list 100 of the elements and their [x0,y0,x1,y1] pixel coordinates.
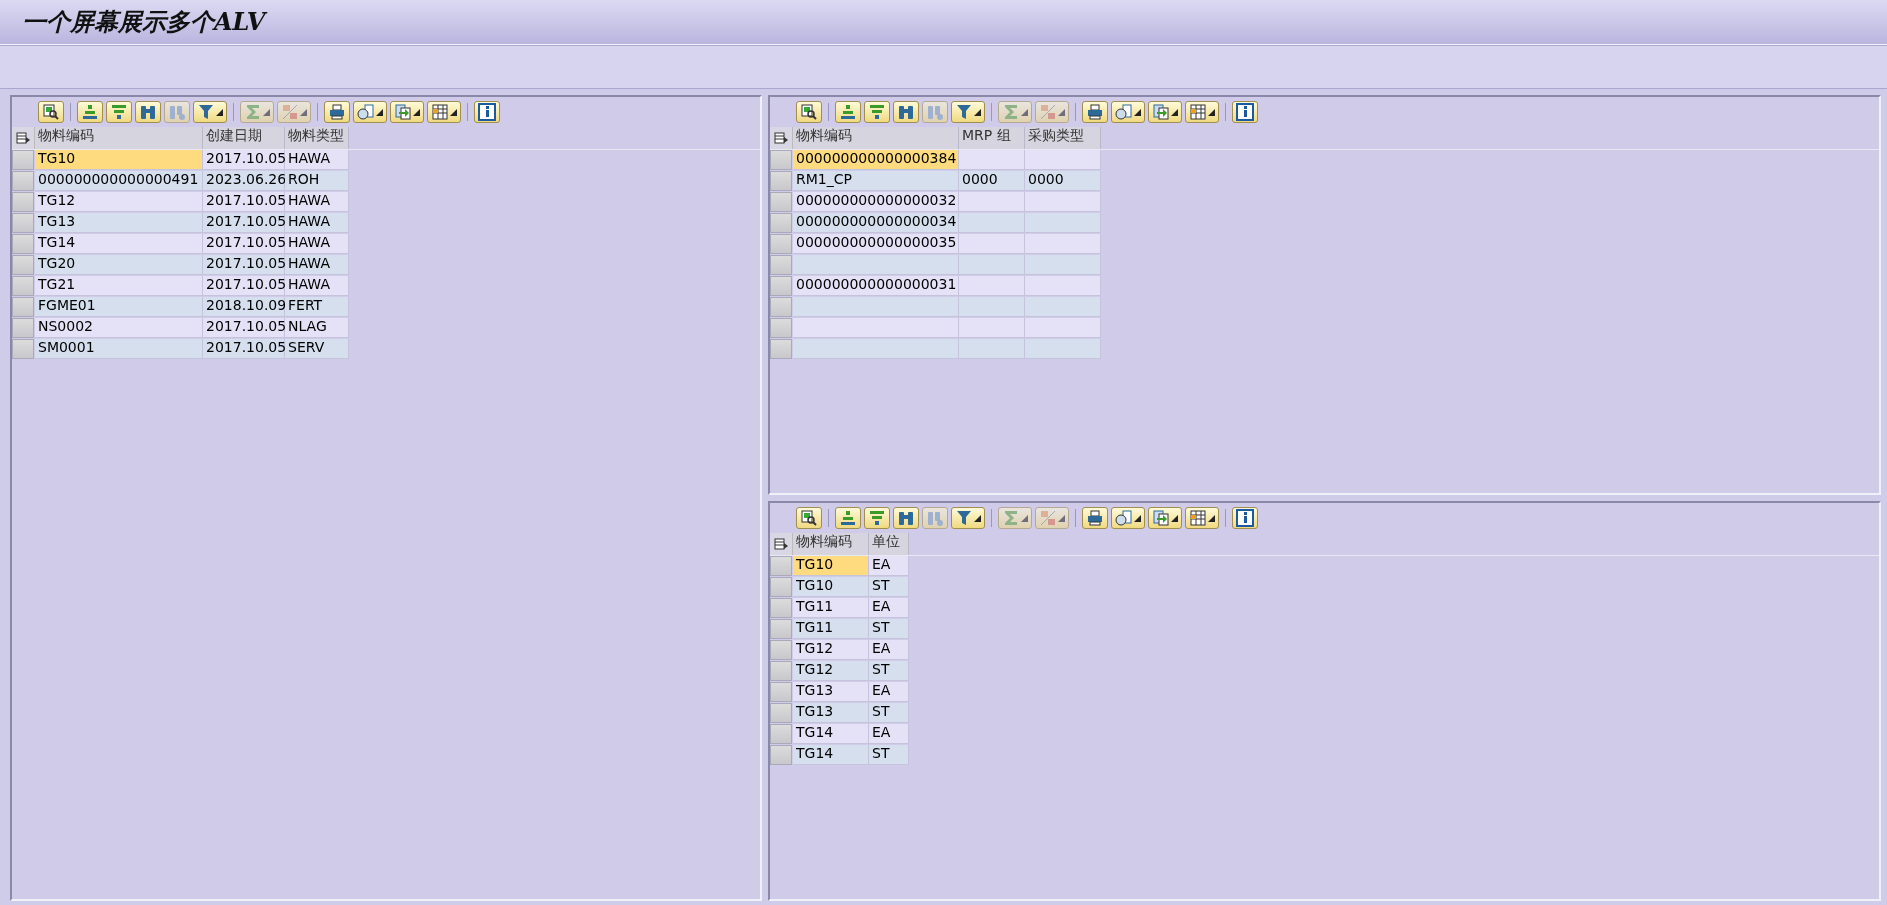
info-button[interactable] [474,101,500,123]
view-button[interactable] [1111,507,1145,529]
filter-icon [197,103,215,121]
column-header[interactable]: 单位 [869,533,909,555]
table-cell [959,234,1025,254]
table-cell: 2017.10.05 [203,318,285,338]
table-cell: 2017.10.05 [203,255,285,275]
layout-button[interactable] [1185,101,1219,123]
export-button[interactable] [390,101,424,123]
view-button[interactable] [1111,101,1145,123]
subtotal-icon [1039,509,1057,527]
column-header[interactable]: 物料编码 [35,127,203,149]
column-header[interactable]: MRP 组 [959,127,1025,149]
column-header[interactable]: 采购类型 [1025,127,1101,149]
dropdown-caret-icon [263,108,270,116]
table-cell: TG20 [35,255,203,275]
column-header[interactable]: 物料类型 [285,127,349,149]
table-cell: NS0002 [35,318,203,338]
sort-up-icon [839,103,857,121]
table-cell: FGME01 [35,297,203,317]
details-button[interactable] [796,507,822,529]
sort-down-button[interactable] [864,507,890,529]
find-button[interactable] [893,507,919,529]
sort-down-button[interactable] [864,101,890,123]
info-icon [1236,103,1254,121]
table-cell [959,255,1025,275]
find-icon [897,509,915,527]
export-icon [394,103,412,121]
table-cell: 2017.10.05 [203,339,285,359]
info-button[interactable] [1232,507,1258,529]
layout-button[interactable] [1185,507,1219,529]
find-button[interactable] [893,101,919,123]
column-header[interactable]: 物料编码 [793,533,869,555]
table-cell: ST [869,577,909,597]
table-cell: FERT [285,297,349,317]
sort-up-button[interactable] [77,101,103,123]
table-cell: 000000000000000031 [793,276,959,296]
print-button[interactable] [1082,507,1108,529]
table-cell: ST [869,703,909,723]
layout-menu-icon[interactable] [12,127,35,149]
table-cell: 2017.10.05 [203,276,285,296]
table-cell: TG14 [35,234,203,254]
column-header[interactable]: 创建日期 [203,127,285,149]
table-cell [959,339,1025,359]
view-button[interactable] [353,101,387,123]
export-button[interactable] [1148,101,1182,123]
table-cell: EA [869,556,909,576]
table-cell: HAWA [285,255,349,275]
layout-menu-icon[interactable] [770,533,793,555]
sort-down-button[interactable] [106,101,132,123]
table-cell: ST [869,619,909,639]
info-icon [478,103,496,121]
table-cell: HAWA [285,276,349,296]
table-cell: EA [869,598,909,618]
details-button[interactable] [38,101,64,123]
layout-button[interactable] [427,101,461,123]
details-icon [42,103,60,121]
table-cell: TG12 [35,192,203,212]
window-title: 一个屏幕展示多个ALV [22,6,266,38]
dropdown-caret-icon [1058,108,1065,116]
print-icon [1086,103,1104,121]
dropdown-caret-icon [1021,514,1028,522]
details-button[interactable] [796,101,822,123]
details-icon [800,103,818,121]
print-button[interactable] [324,101,350,123]
dropdown-caret-icon [974,514,981,522]
table-cell: EA [869,724,909,744]
layout-menu-icon[interactable] [770,127,793,149]
sort-up-button[interactable] [835,101,861,123]
table-cell [959,276,1025,296]
find-icon [139,103,157,121]
table-cell: HAWA [285,150,349,170]
dropdown-caret-icon [1058,514,1065,522]
table-cell [959,318,1025,338]
sort-up-icon [81,103,99,121]
filter-button[interactable] [951,101,985,123]
table-cell: 0000 [959,171,1025,191]
filter-icon [955,103,973,121]
table-cell: 000000000000000384 [793,150,959,170]
sort-up-button[interactable] [835,507,861,529]
table-cell: 000000000000000034 [793,213,959,233]
table-cell: TG12 [793,640,869,660]
table-cell: TG14 [793,745,869,765]
column-header[interactable]: 物料编码 [793,127,959,149]
export-button[interactable] [1148,507,1182,529]
info-button[interactable] [1232,101,1258,123]
dropdown-caret-icon [1021,108,1028,116]
table-cell: TG13 [793,682,869,702]
filter-button[interactable] [193,101,227,123]
table-cell [959,192,1025,212]
find-button[interactable] [135,101,161,123]
table-cell: HAWA [285,213,349,233]
table-cell: 2023.06.26 [203,171,285,191]
filter-icon [955,509,973,527]
dropdown-caret-icon [974,108,981,116]
print-button[interactable] [1082,101,1108,123]
table-cell: 2017.10.05 [203,234,285,254]
filter-button[interactable] [951,507,985,529]
sort-down-icon [868,103,886,121]
print-icon [1086,509,1104,527]
